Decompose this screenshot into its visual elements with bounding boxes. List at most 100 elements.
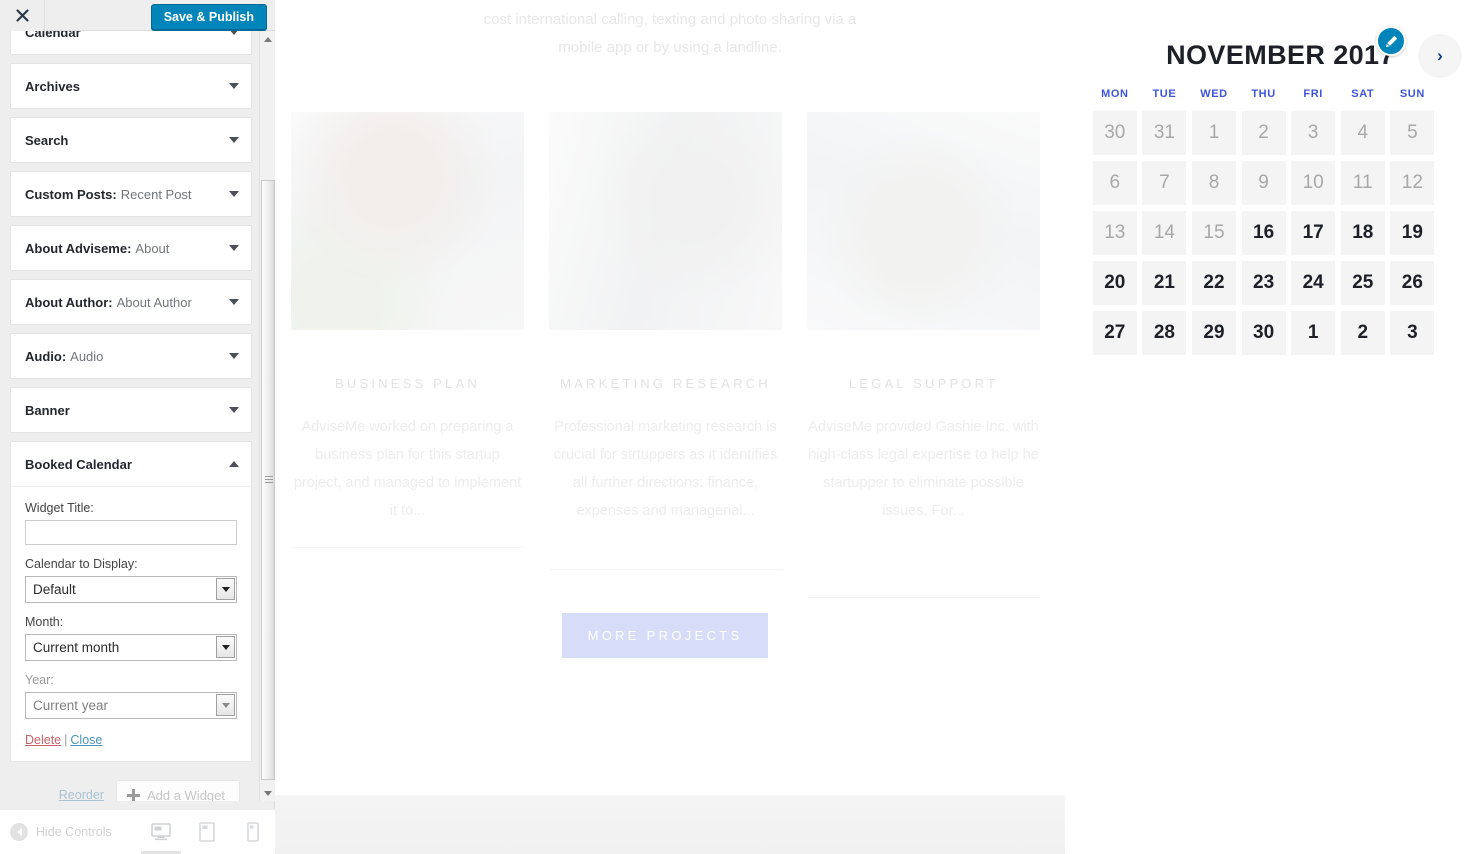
calendar-day-available[interactable]: 29 — [1191, 311, 1236, 355]
calendar-cell: 28 — [1140, 308, 1190, 358]
calendar-day-available[interactable]: 17 — [1291, 211, 1336, 255]
field-month: Month: Current month — [25, 615, 237, 661]
action-separator: | — [64, 733, 68, 747]
calendar-day-available[interactable]: 28 — [1142, 311, 1187, 355]
scroll-up-button[interactable] — [260, 31, 276, 47]
calendar-day-available[interactable]: 27 — [1092, 311, 1137, 355]
calendar-day-available[interactable]: 21 — [1142, 261, 1187, 305]
widget-audio-header[interactable]: Audio: Audio — [11, 334, 251, 378]
calendar-day-unavailable: 12 — [1390, 161, 1435, 205]
calendar-day-available[interactable]: 26 — [1390, 261, 1435, 305]
widget-type: About Author: — [25, 294, 113, 310]
calendar-cell: 1 — [1288, 308, 1338, 358]
calendar-day-available[interactable]: 30 — [1241, 311, 1286, 355]
scrollbar-thumb[interactable] — [261, 180, 275, 780]
calendar-cell: 24 — [1288, 258, 1338, 308]
month-select[interactable]: Current month — [25, 634, 237, 661]
calendar-day-available[interactable]: 3 — [1390, 311, 1435, 355]
widget-search: Search — [10, 117, 252, 163]
project-card: LEGAL SUPPORT AdviseMe provided Gashie I… — [807, 112, 1040, 598]
calendar-day-available[interactable]: 22 — [1191, 261, 1236, 305]
divider — [549, 569, 782, 570]
widget-banner-header[interactable]: Banner — [11, 388, 251, 432]
scroll-down-button[interactable] — [260, 785, 276, 801]
calendar-day-available[interactable]: 2 — [1340, 311, 1385, 355]
widget-archives-header[interactable]: Archives — [11, 64, 251, 108]
widget-title: Booked Calendar — [25, 456, 132, 472]
weekday-fri: FRI — [1303, 88, 1323, 100]
calendar-week-row: 27 28 29 30 1 2 3 — [1090, 308, 1471, 358]
delete-widget-link[interactable]: Delete — [25, 733, 61, 747]
widget-search-header[interactable]: Search — [11, 118, 251, 162]
calendar-day-available[interactable]: 23 — [1241, 261, 1286, 305]
widget-about-author: About Author: About Author — [10, 279, 252, 325]
sidebar-scrollbar[interactable] — [259, 31, 276, 801]
edit-shortcut-button[interactable] — [1376, 26, 1406, 56]
widget-booked-calendar-body: Widget Title: Calendar to Display: Defau… — [11, 486, 251, 761]
widget-list: Calendar Archives Search Custom Posts: R… — [0, 31, 262, 801]
widget-custom-posts-header[interactable]: Custom Posts: Recent Post — [11, 172, 251, 216]
calendar-week-row: 30 31 1 2 3 4 5 — [1090, 108, 1471, 158]
year-select[interactable]: Current year — [25, 692, 237, 719]
widget-title: About Author — [116, 294, 192, 310]
calendar-day-unavailable: 2 — [1241, 111, 1286, 155]
chevron-down-icon — [229, 83, 239, 89]
chevron-down-icon — [229, 353, 239, 359]
field-calendar-to-display: Calendar to Display: Default — [25, 557, 237, 603]
close-icon — [15, 9, 29, 22]
calendar-cell: 2 — [1338, 308, 1388, 358]
widget-title: About — [135, 240, 170, 256]
year-label: Year: — [25, 673, 54, 687]
calendar-day-unavailable: 9 — [1241, 161, 1286, 205]
calendar-day-available[interactable]: 25 — [1340, 261, 1385, 305]
calendar-cell: 21 — [1140, 258, 1190, 308]
widget-custom-posts: Custom Posts: Recent Post — [10, 171, 252, 217]
calendar-to-display-select[interactable]: Default — [25, 576, 237, 603]
next-month-button[interactable]: › — [1418, 34, 1462, 78]
add-a-widget-button[interactable]: Add a Widget — [115, 780, 240, 801]
widget-about-author-header[interactable]: About Author: About Author — [11, 280, 251, 324]
more-projects-button[interactable]: MORE PROJECTS — [562, 613, 768, 658]
calendar-day-available[interactable]: 24 — [1291, 261, 1336, 305]
calendar-cell: 19 — [1388, 208, 1438, 258]
widget-booked-calendar-header[interactable]: Booked Calendar — [11, 442, 251, 486]
hide-controls-button[interactable]: Hide Controls — [0, 823, 112, 841]
calendar-day-available[interactable]: 16 — [1241, 211, 1286, 255]
calendar-cell: 3 — [1288, 108, 1338, 158]
calendar-day-available[interactable]: 19 — [1390, 211, 1435, 255]
calendar-cell: 11 — [1338, 158, 1388, 208]
reorder-link[interactable]: Reorder — [59, 788, 104, 801]
calendar-cell: 22 — [1189, 258, 1239, 308]
widget-about-adviseme: About Adviseme: About — [10, 225, 252, 271]
project-title: BUSINESS PLAN — [335, 376, 480, 391]
widget-calendar-header[interactable]: Calendar — [11, 31, 251, 54]
close-customizer-button[interactable] — [0, 0, 45, 31]
calendar-day-unavailable: 7 — [1142, 161, 1187, 205]
calendar-day-available[interactable]: 1 — [1291, 311, 1336, 355]
widget-title-input[interactable] — [25, 520, 237, 545]
device-tablet-button[interactable] — [194, 817, 220, 847]
widget-about-adviseme-header[interactable]: About Adviseme: About — [11, 226, 251, 270]
project-card: MARKETING RESEARCH Professional marketin… — [549, 112, 782, 598]
calendar-day-available[interactable]: 18 — [1340, 211, 1385, 255]
calendar-day-unavailable: 6 — [1092, 161, 1137, 205]
close-widget-link[interactable]: Close — [70, 733, 102, 747]
chevron-down-icon — [229, 245, 239, 251]
widget-title: Archives — [25, 78, 80, 94]
divider — [291, 547, 524, 548]
calendar-cell: 9 — [1239, 158, 1289, 208]
chevron-down-icon — [229, 31, 239, 35]
divider — [807, 597, 1040, 598]
field-year: Year: Current year — [25, 673, 237, 719]
widget-calendar: Calendar — [10, 31, 252, 55]
plus-icon — [126, 788, 140, 801]
project-title: LEGAL SUPPORT — [848, 376, 999, 391]
man-on-phone-photo — [291, 112, 524, 330]
device-mobile-button[interactable] — [240, 817, 266, 847]
calendar-day-unavailable: 13 — [1092, 211, 1137, 255]
save-and-publish-button[interactable]: Save & Publish — [150, 4, 267, 30]
calendar-day-available[interactable]: 20 — [1092, 261, 1137, 305]
device-desktop-button[interactable] — [140, 817, 181, 854]
weekday-wed: WED — [1200, 88, 1228, 100]
widget-audio: Audio: Audio — [10, 333, 252, 379]
